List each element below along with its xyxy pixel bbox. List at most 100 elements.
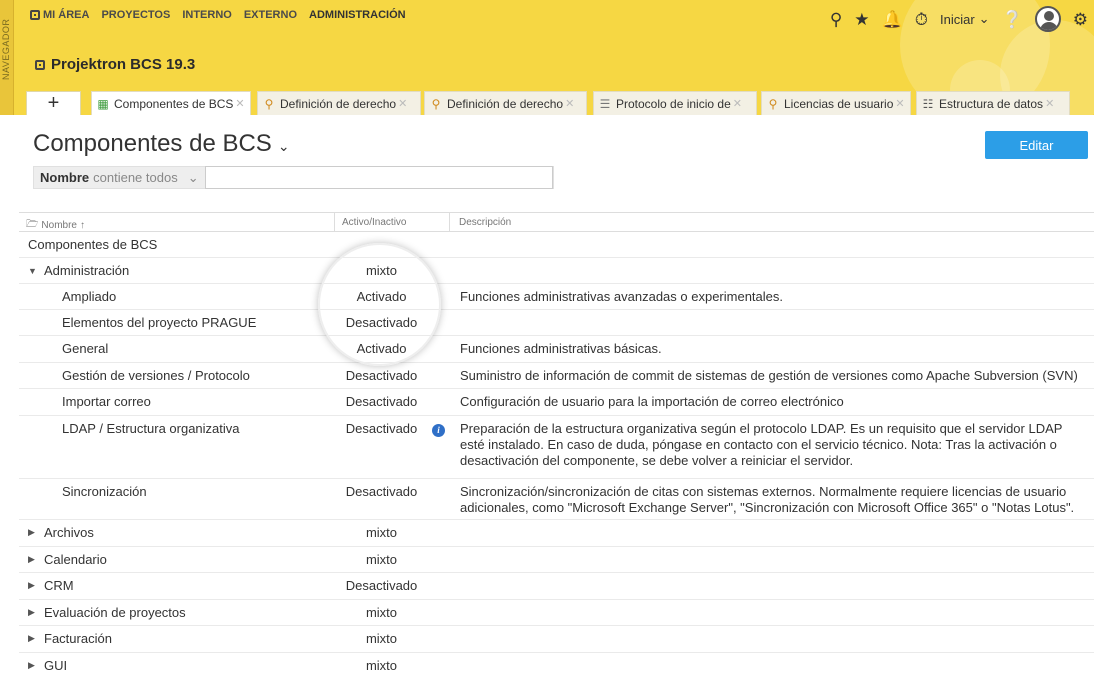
star-icon[interactable]: ★ bbox=[854, 11, 869, 28]
table-row[interactable]: Gestión de versiones / Protocolo Desactiv… bbox=[19, 363, 1094, 389]
nav-item-interno[interactable]: INTERNO bbox=[182, 9, 232, 21]
table-row[interactable]: LDAP / Estructura organizativa Desactivad… bbox=[19, 416, 1094, 479]
row-state: Desactivado bbox=[345, 578, 418, 593]
caret-down-icon[interactable]: ▼ bbox=[28, 266, 38, 276]
tab-label: Estructura de datos bbox=[939, 96, 1044, 111]
table-row[interactable]: ▶ GUI mixto bbox=[19, 653, 1094, 673]
row-name: Ampliado bbox=[62, 289, 116, 304]
nav-item-proyectos[interactable]: PROYECTOS bbox=[101, 9, 170, 21]
tree-icon: ☷ bbox=[922, 96, 934, 111]
column-header-description[interactable]: Descripción bbox=[459, 217, 511, 228]
tab-definicion-2[interactable]: ⚲ Definición de derecho ✕ bbox=[424, 91, 587, 115]
chevron-down-icon: ⌄ bbox=[277, 137, 290, 154]
row-name: Elementos del proyecto PRAGUE bbox=[62, 315, 256, 330]
close-icon[interactable]: ✕ bbox=[895, 97, 904, 110]
row-description: Configuración de usuario para la importa… bbox=[460, 394, 844, 409]
close-icon[interactable]: ✕ bbox=[1045, 97, 1054, 110]
row-description: Sincronización/sincronización de citas c… bbox=[460, 484, 1075, 515]
row-state: Desactivado bbox=[345, 368, 418, 383]
table-row[interactable]: Elementos del proyecto PRAGUE Desactivado bbox=[19, 310, 1094, 336]
row-description: Preparación de la estructura organizativ… bbox=[460, 421, 1063, 468]
row-name: Importar correo bbox=[62, 394, 151, 409]
column-header-name-label: Nombre bbox=[41, 220, 77, 231]
navigator-label: NAVEGADOR bbox=[1, 18, 11, 80]
filter-operator-select[interactable]: contiene todos ⌄ bbox=[93, 170, 204, 186]
row-state: mixto bbox=[365, 263, 398, 278]
caret-right-icon[interactable]: ▶ bbox=[28, 633, 38, 644]
search-icon[interactable]: ⚲ bbox=[830, 11, 842, 28]
close-icon[interactable]: ✕ bbox=[565, 97, 574, 110]
caret-right-icon[interactable]: ▶ bbox=[28, 607, 38, 618]
nav-item-externo[interactable]: EXTERNO bbox=[244, 9, 297, 21]
tab-bar: + ▦ Componentes de BCS ✕ ⚲ Definición de… bbox=[0, 91, 1094, 115]
gear-icon[interactable]: ⚙ bbox=[1073, 11, 1088, 28]
tab-label: Componentes de BCS bbox=[114, 96, 234, 111]
start-menu[interactable]: Iniciar ⌄ bbox=[940, 11, 990, 27]
row-state: Activado bbox=[356, 289, 407, 304]
filter-input[interactable] bbox=[204, 166, 553, 189]
column-header-active[interactable]: Activo/Inactivo bbox=[342, 217, 406, 228]
table-row[interactable]: Componentes de BCS bbox=[19, 232, 1094, 258]
info-icon[interactable]: i bbox=[432, 424, 445, 437]
tab-definicion-1[interactable]: ⚲ Definición de derecho ✕ bbox=[257, 91, 421, 115]
row-name-text: Ampliado bbox=[62, 289, 117, 304]
help-icon[interactable]: ❔ bbox=[1002, 11, 1023, 28]
caret-right-icon[interactable]: ▶ bbox=[28, 580, 38, 591]
row-name: Gestión de versiones / Protocolo bbox=[62, 368, 250, 383]
tab-estructura[interactable]: ☷ Estructura de datos ✕ bbox=[916, 91, 1070, 115]
row-name-text: Administración bbox=[44, 263, 130, 278]
edit-button[interactable]: Editar bbox=[985, 131, 1088, 159]
page-title[interactable]: Componentes de BCS ⌄ bbox=[33, 130, 290, 158]
row-name: ▶ Evaluación de proyectos bbox=[28, 605, 186, 620]
chevron-down-icon: ⌄ bbox=[187, 169, 199, 185]
add-tab-button[interactable]: + bbox=[26, 91, 81, 115]
nav-item-label: MI ÁREA bbox=[43, 9, 90, 21]
row-name-text: Archivos bbox=[44, 525, 94, 540]
tab-label: Definición de derecho bbox=[447, 96, 564, 111]
tab-protocolo[interactable]: ☰ Protocolo de inicio de ✕ bbox=[593, 91, 757, 115]
row-name: ▶ CRM bbox=[28, 578, 74, 593]
table-row[interactable]: ▶ Archivos mixto bbox=[19, 520, 1094, 547]
table-row[interactable]: ▶ Evaluación de proyectos mixto bbox=[19, 600, 1094, 626]
page-title-text: Componentes de BCS bbox=[33, 130, 272, 157]
table-row[interactable]: ▶ Calendario mixto bbox=[19, 547, 1094, 573]
table-row[interactable]: Ampliado Activado Funciones administrativa… bbox=[19, 284, 1094, 310]
row-description: Funciones administrativas básicas. bbox=[460, 341, 662, 356]
table-header: 🗁 Nombre ↑ Activo/Inactivo Descripción bbox=[19, 212, 1094, 232]
tab-licencias[interactable]: ⚲ Licencias de usuario ✕ bbox=[761, 91, 911, 115]
row-name: ▶ GUI bbox=[28, 658, 67, 673]
row-name: ▶ Facturación bbox=[28, 631, 112, 646]
caret-right-icon[interactable]: ▶ bbox=[28, 527, 38, 538]
row-state: mixto bbox=[365, 631, 398, 646]
close-icon[interactable]: ✕ bbox=[398, 97, 407, 110]
nav-item-mi-area[interactable]: MI ÁREA bbox=[30, 9, 89, 21]
close-icon[interactable]: ✕ bbox=[733, 97, 742, 110]
row-name-text: Elementos del proyecto PRAGUE bbox=[62, 315, 257, 330]
row-description: Funciones administrativas avanzadas o ex… bbox=[460, 289, 784, 304]
nav-item-administracion[interactable]: ADMINISTRACIÓN bbox=[309, 9, 406, 21]
row-name-text: Componentes de BCS bbox=[28, 237, 158, 252]
close-icon[interactable]: ✕ bbox=[235, 97, 244, 110]
table-row[interactable]: ▶ Facturación mixto bbox=[19, 626, 1094, 653]
table-row[interactable]: Importar correo Desactivado Configuración … bbox=[19, 389, 1094, 416]
caret-right-icon[interactable]: ▶ bbox=[28, 660, 38, 671]
row-name-text: GUI bbox=[44, 658, 68, 673]
key-icon: ⚲ bbox=[264, 96, 274, 111]
caret-right-icon[interactable]: ▶ bbox=[28, 554, 38, 565]
filter-operator-label: contiene todos bbox=[93, 170, 178, 185]
app-title: Projektron BCS 19.3 bbox=[35, 56, 195, 73]
list-icon: ☰ bbox=[599, 96, 611, 111]
avatar[interactable] bbox=[1034, 6, 1061, 32]
app-title-text: Projektron BCS 19.3 bbox=[51, 56, 196, 73]
table-row[interactable]: Sincronización Desactivado Sincronización/… bbox=[19, 479, 1094, 520]
row-state: mixto bbox=[365, 525, 398, 540]
tab-label: Licencias de usuario bbox=[784, 96, 894, 111]
table-row[interactable]: ▶ CRM Desactivado bbox=[19, 573, 1094, 600]
tab-componentes[interactable]: ▦ Componentes de BCS ✕ bbox=[91, 91, 251, 115]
table-row[interactable]: ▼ Administración mixto bbox=[19, 258, 1094, 284]
table-row[interactable]: General Activado Funciones administrativas… bbox=[19, 336, 1094, 363]
timer-icon[interactable]: ⏱ bbox=[915, 11, 928, 28]
bell-icon[interactable]: 🔔 bbox=[882, 11, 903, 28]
tab-label: Definición de derecho bbox=[280, 96, 397, 111]
row-name-text: Gestión de versiones / Protocolo bbox=[62, 368, 250, 383]
